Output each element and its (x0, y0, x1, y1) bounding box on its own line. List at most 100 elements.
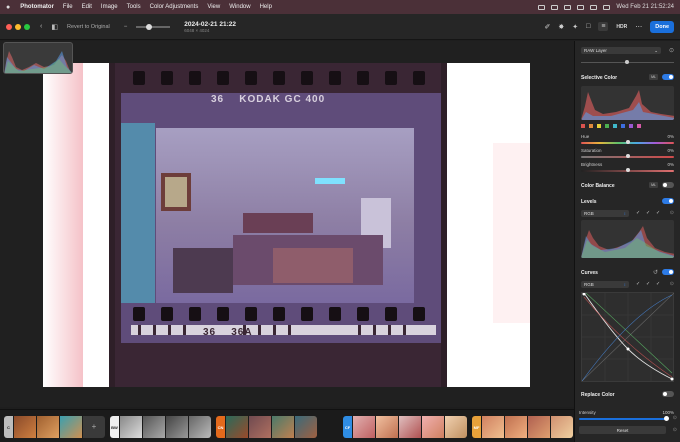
back-chevron-icon[interactable]: ‹ (40, 23, 42, 30)
menu-image[interactable]: Image (101, 4, 118, 10)
black-point-eyedropper-icon[interactable]: ✓ (636, 210, 640, 216)
minimize-window-button[interactable] (15, 23, 21, 30)
add-preset-icon[interactable]: + (83, 416, 105, 438)
menu-view[interactable]: View (207, 4, 220, 10)
reset-button[interactable]: Reset (579, 426, 666, 434)
preset-thumbnail[interactable] (482, 416, 504, 438)
menu-app[interactable]: Photomator (20, 4, 54, 10)
preset-thumbnail[interactable] (295, 416, 317, 438)
ml-enhance-icon[interactable]: ✦ (572, 23, 578, 31)
curves-black-eyedropper-icon[interactable]: ✓ (636, 281, 640, 287)
control-center-icon[interactable] (603, 4, 611, 10)
preset-thumbnail[interactable] (272, 416, 294, 438)
menu-tools[interactable]: Tools (127, 4, 141, 10)
selective-color-toggle[interactable] (662, 74, 674, 80)
done-button[interactable]: Done (650, 20, 674, 33)
levels-options-icon[interactable]: ⊙ (670, 210, 674, 216)
preset-thumbnail[interactable] (505, 416, 527, 438)
wifi-icon[interactable] (577, 4, 585, 10)
intensity-options-icon[interactable]: ⊙ (673, 415, 677, 421)
photo-preview[interactable]: 36 KODAK GC 400 36 36A (43, 63, 530, 387)
swatch-green[interactable] (605, 124, 609, 128)
preset-thumbnail[interactable] (143, 416, 165, 438)
preset-thumbnail[interactable] (528, 416, 550, 438)
brightness-slider[interactable]: Brightness 0% (581, 162, 674, 174)
preset-group-cf[interactable]: CF (343, 416, 467, 438)
saturation-thumb[interactable] (626, 154, 630, 158)
raw-layer-select[interactable]: RAW Layer ⌄ (581, 47, 661, 54)
gray-point-eyedropper-icon[interactable]: ✓ (646, 210, 650, 216)
menu-color-adjustments[interactable]: Color Adjustments (150, 4, 199, 10)
swatch-cyan[interactable] (613, 124, 617, 128)
hue-slider[interactable]: Hue 0% (581, 134, 674, 146)
preset-thumbnail[interactable] (399, 416, 421, 438)
adjustments-icon[interactable]: ≡ (598, 22, 609, 31)
retouch-icon[interactable]: ✸ (558, 23, 564, 31)
preset-thumbnail[interactable] (445, 416, 467, 438)
brightness-thumb[interactable] (626, 168, 630, 172)
menu-file[interactable]: File (63, 4, 73, 10)
intensity-thumb[interactable] (664, 416, 669, 421)
color-balance-ml-button[interactable]: ML (649, 182, 658, 188)
close-window-button[interactable] (6, 23, 12, 30)
bluetooth-icon[interactable] (564, 4, 572, 10)
preset-thumbnail[interactable] (60, 416, 82, 438)
layer-options-icon[interactable]: ⊙ (669, 47, 674, 54)
replace-color-toggle[interactable] (662, 391, 674, 397)
preset-thumbnail[interactable] (189, 416, 211, 438)
preset-thumbnail[interactable] (249, 416, 271, 438)
curves-white-eyedropper-icon[interactable]: ✓ (656, 281, 660, 287)
more-options-icon[interactable]: ⋯ (635, 23, 642, 31)
levels-toggle[interactable] (662, 198, 674, 204)
display-icon[interactable] (551, 4, 559, 10)
mini-histogram[interactable] (3, 42, 73, 74)
revert-to-original-button[interactable]: Revert to Original (67, 24, 110, 30)
curves-gray-eyedropper-icon[interactable]: ✓ (646, 281, 650, 287)
menu-window[interactable]: Window (229, 4, 250, 10)
compare-icon[interactable]: ◧ (51, 23, 58, 31)
swatch-blue[interactable] (621, 124, 625, 128)
preset-thumbnail[interactable] (14, 416, 36, 438)
preset-thumbnail[interactable] (376, 416, 398, 438)
battery-icon[interactable] (538, 4, 546, 10)
curves-options-icon[interactable]: ⊙ (670, 281, 674, 287)
brush-icon[interactable]: ✐ (544, 23, 550, 31)
menu-edit[interactable]: Edit (82, 4, 92, 10)
reset-options-icon[interactable]: ⊙ (673, 427, 677, 433)
levels-channel-select[interactable]: RGB ↕ (581, 210, 629, 217)
preset-group-mf[interactable]: MF (472, 416, 573, 438)
preset-group-c[interactable]: C + (4, 416, 105, 438)
curves-toggle[interactable] (662, 269, 674, 275)
preset-thumbnail[interactable] (226, 416, 248, 438)
saturation-slider[interactable]: Saturation 0% (581, 148, 674, 160)
preset-group-bw[interactable]: BW (110, 416, 211, 438)
white-point-eyedropper-icon[interactable]: ✓ (656, 210, 660, 216)
swatch-magenta[interactable] (637, 124, 641, 128)
preset-thumbnail[interactable] (120, 416, 142, 438)
apple-icon[interactable]: ● (6, 4, 10, 11)
preset-thumbnail[interactable] (551, 416, 573, 438)
curves-editor[interactable] (581, 292, 675, 382)
search-icon[interactable] (590, 4, 598, 10)
preset-thumbnail[interactable] (166, 416, 188, 438)
menu-help[interactable]: Help (260, 4, 272, 10)
swatch-purple[interactable] (629, 124, 633, 128)
curves-reset-icon[interactable]: ↺ (653, 269, 658, 276)
zoom-window-button[interactable] (24, 23, 30, 30)
zoom-out-icon[interactable]: − (124, 24, 128, 30)
preset-thumbnail[interactable] (422, 416, 444, 438)
crop-icon[interactable]: □ (586, 23, 590, 30)
hdr-button[interactable]: HDR (616, 24, 627, 30)
raw-layer-slider[interactable] (581, 59, 674, 65)
preset-thumbnail[interactable] (353, 416, 375, 438)
intensity-slider[interactable] (579, 418, 666, 420)
levels-histogram[interactable] (581, 220, 674, 258)
curves-channel-select[interactable]: RGB ↕ (581, 281, 629, 288)
color-balance-toggle[interactable] (662, 182, 674, 188)
swatch-yellow[interactable] (597, 124, 601, 128)
zoom-slider[interactable] (136, 23, 171, 30)
hue-thumb[interactable] (626, 140, 630, 144)
menubar-clock[interactable]: Wed Feb 21 21:52:24 (616, 4, 674, 10)
swatch-orange[interactable] (589, 124, 593, 128)
selective-color-ml-button[interactable]: ML (649, 74, 658, 80)
